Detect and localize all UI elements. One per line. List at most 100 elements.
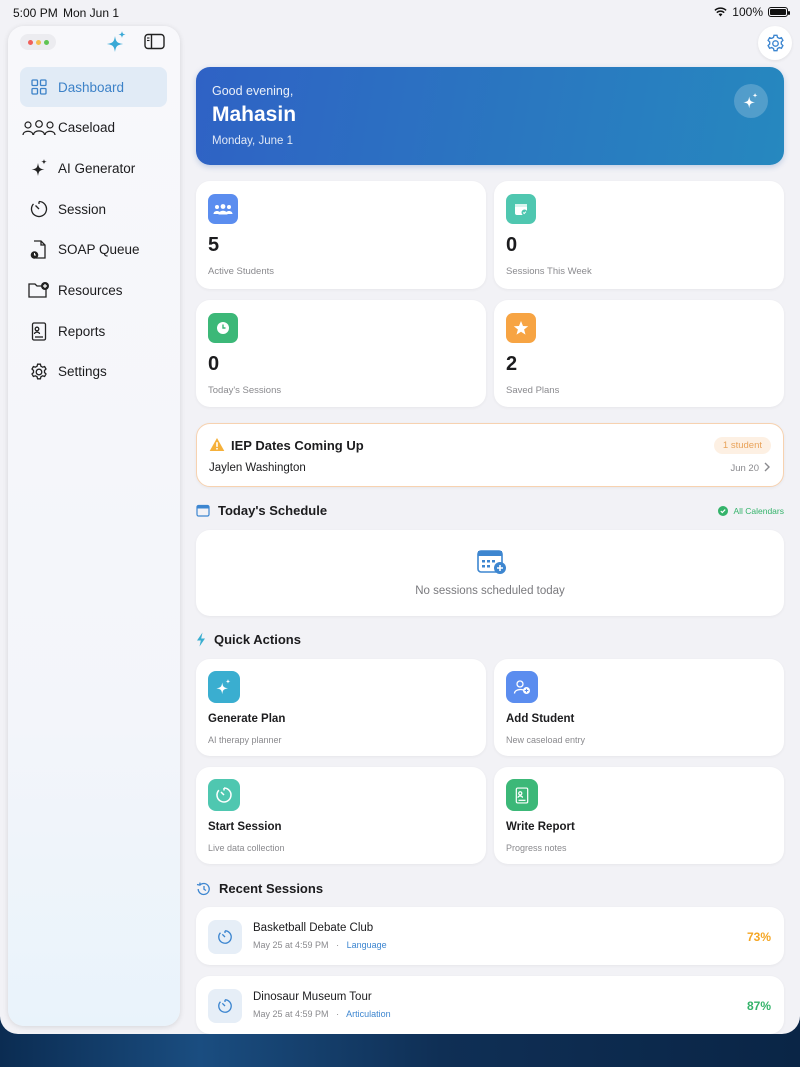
sparkles-icon [208, 671, 240, 703]
person-add-icon [506, 671, 538, 703]
timer-icon [208, 779, 240, 811]
calendar-icon [196, 504, 210, 517]
close-dot-icon[interactable] [27, 39, 33, 45]
minimize-dot-icon[interactable] [35, 39, 41, 45]
chevron-right-icon [764, 462, 770, 472]
session-date: May 25 at 4:59 PM [253, 940, 329, 950]
iep-student-name: Jaylen Washington [209, 462, 306, 474]
sidebar-item-label: Settings [58, 364, 107, 380]
stat-label: Sessions This Week [506, 266, 592, 277]
sidebar-item-caseload[interactable]: Caseload [20, 108, 167, 148]
iep-count-badge: 1 student [713, 437, 771, 454]
sidebar-item-label: Resources [58, 282, 123, 298]
wifi-icon [714, 7, 727, 17]
sidebar: Dashboard Caseload AI Generator Session [8, 26, 180, 1026]
session-date: May 25 at 4:59 PM [253, 1009, 329, 1019]
schedule-section-header: Today's Schedule [196, 503, 327, 518]
sidebar-item-settings[interactable]: Settings [20, 352, 167, 392]
sidebar-item-reports[interactable]: Reports [20, 311, 167, 351]
quick-action-subtitle: New caseload entry [506, 735, 586, 745]
start-session-button[interactable]: Start Session Live data collection [196, 767, 486, 864]
sidebar-item-soap-queue[interactable]: SOAP Queue [20, 230, 167, 270]
sidebar-item-label: Dashboard [58, 79, 125, 95]
calendar-check-icon [506, 194, 536, 224]
sidebar-item-label: Session [58, 201, 107, 217]
session-category: Language [346, 940, 387, 950]
grid-icon [20, 79, 58, 95]
recent-sessions-title: Recent Sessions [219, 881, 324, 896]
stat-card-active-students[interactable]: 5 Active Students [196, 181, 486, 289]
write-report-button[interactable]: Write Report Progress notes [494, 767, 784, 864]
calendar-add-icon [477, 550, 506, 574]
sidebar-item-session[interactable]: Session [20, 189, 167, 229]
stat-label: Saved Plans [506, 385, 560, 396]
iep-dates-card[interactable]: IEP Dates Coming Up 1 student Jaylen Was… [196, 423, 784, 487]
history-icon [196, 882, 210, 895]
battery-percent: 100% [732, 5, 763, 19]
stat-value: 5 [208, 234, 220, 256]
status-bar: 5:00 PM Mon Jun 1 100% [0, 0, 800, 24]
session-meta: May 25 at 4:59 PM · Language [253, 940, 387, 950]
quick-action-title: Generate Plan [208, 713, 286, 725]
stat-card-todays-sessions[interactable]: 0 Today's Sessions [196, 300, 486, 407]
people-icon [208, 194, 238, 224]
status-time: 5:00 PM [13, 6, 58, 20]
sidebar-item-label: AI Generator [58, 160, 136, 176]
all-calendars-label: All Calendars [733, 506, 784, 516]
quick-actions-header: Quick Actions [196, 632, 301, 647]
sidebar-toggle-icon[interactable] [144, 33, 165, 50]
iep-title: IEP Dates Coming Up [231, 438, 364, 453]
timer-icon [208, 920, 242, 954]
window-controls[interactable] [20, 34, 56, 50]
bolt-icon [197, 632, 205, 647]
stat-value: 0 [506, 234, 518, 256]
session-category: Articulation [346, 1009, 391, 1019]
report-icon [506, 779, 538, 811]
status-date: Mon Jun 1 [63, 6, 120, 20]
quick-action-subtitle: AI therapy planner [208, 735, 282, 745]
stat-card-sessions-this-week[interactable]: 0 Sessions This Week [494, 181, 784, 289]
sidebar-item-label: Reports [58, 323, 106, 339]
sidebar-item-resources[interactable]: Resources [20, 270, 167, 310]
quick-action-title: Add Student [506, 713, 575, 725]
quick-action-subtitle: Live data collection [208, 843, 285, 853]
quick-actions-title: Quick Actions [214, 632, 301, 647]
generate-plan-button[interactable]: Generate Plan AI therapy planner [196, 659, 486, 756]
recent-sessions-header: Recent Sessions [196, 881, 323, 896]
report-icon [20, 321, 58, 341]
schedule-empty-message: No sessions scheduled today [415, 585, 565, 597]
stat-label: Active Students [208, 266, 275, 277]
settings-button[interactable] [758, 26, 792, 60]
recent-session-row[interactable]: Basketball Debate Club May 25 at 4:59 PM… [196, 907, 784, 965]
quick-action-title: Write Report [506, 821, 575, 833]
gear-icon [20, 363, 58, 381]
stat-value: 0 [208, 353, 220, 375]
today-date: Monday, June 1 [212, 135, 293, 147]
sidebar-item-ai-generator[interactable]: AI Generator [20, 148, 167, 188]
battery-icon [768, 7, 790, 17]
all-calendars-link[interactable]: All Calendars [718, 506, 784, 516]
quick-action-title: Start Session [208, 821, 282, 833]
session-accuracy: 73% [746, 930, 771, 944]
people-icon [20, 119, 58, 137]
sparkles-icon [20, 158, 58, 178]
recent-session-row[interactable]: Dinosaur Museum Tour May 25 at 4:59 PM ·… [196, 976, 784, 1034]
session-separator: · [336, 940, 340, 950]
quick-action-subtitle: Progress notes [506, 843, 567, 853]
user-name: Mahasin [212, 103, 297, 126]
session-title: Basketball Debate Club [253, 922, 374, 934]
session-title: Dinosaur Museum Tour [253, 991, 372, 1003]
star-icon [506, 313, 536, 343]
clock-icon [208, 313, 238, 343]
sparkles-icon[interactable] [104, 30, 128, 56]
folder-add-icon [20, 281, 58, 299]
maximize-dot-icon[interactable] [43, 39, 49, 45]
add-student-button[interactable]: Add Student New caseload entry [494, 659, 784, 756]
sidebar-nav: Dashboard Caseload AI Generator Session [20, 67, 167, 393]
check-circle-icon [718, 506, 729, 516]
ai-sparkle-button[interactable] [734, 84, 768, 118]
timer-icon [20, 200, 58, 218]
stat-card-saved-plans[interactable]: 2 Saved Plans [494, 300, 784, 407]
sidebar-item-dashboard[interactable]: Dashboard [20, 67, 167, 107]
status-right: 100% [714, 5, 790, 19]
